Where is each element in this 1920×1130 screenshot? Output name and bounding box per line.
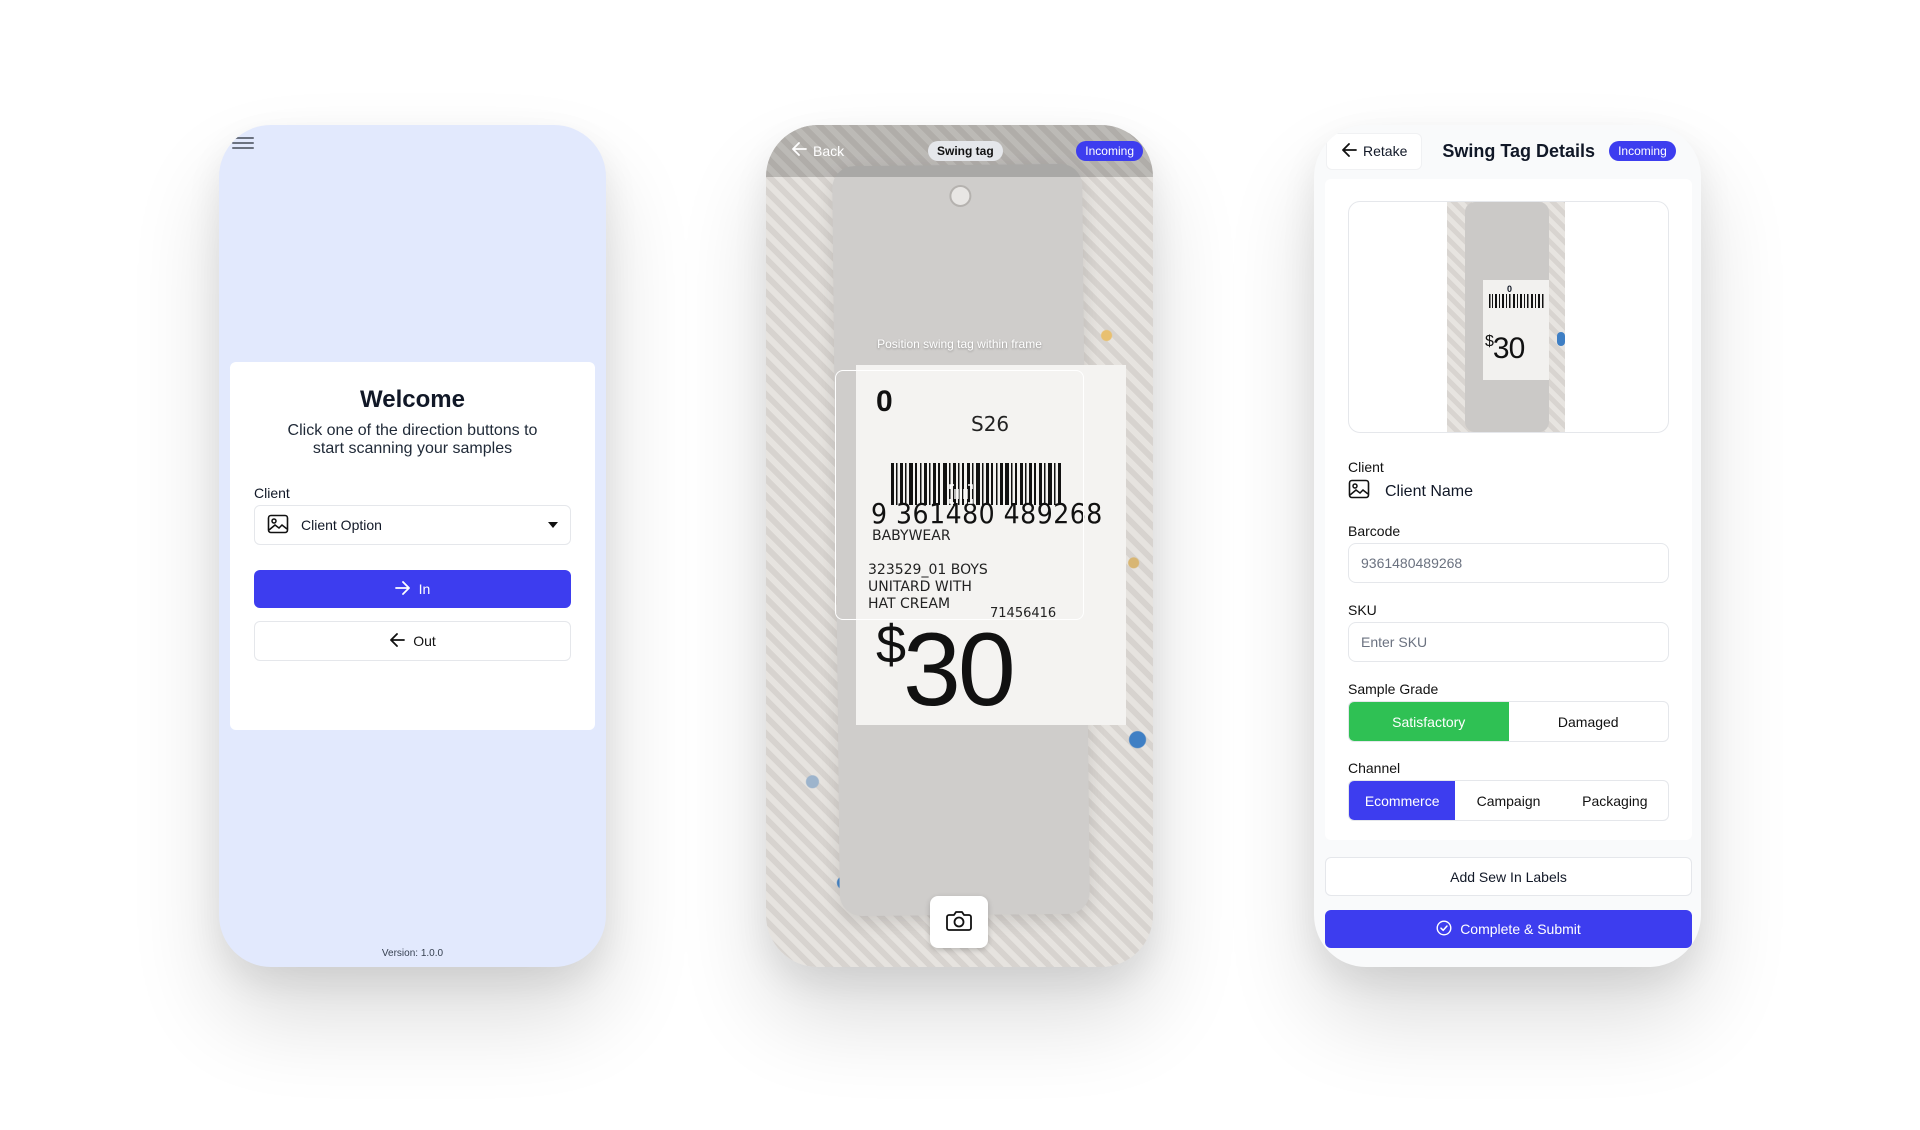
camera-screen: 0 S26 9 361480 489268 BABYWEAR 323529_01… [766, 125, 1153, 967]
client-label: Client [1348, 459, 1384, 475]
back-label: Back [813, 142, 845, 159]
in-button[interactable]: In [254, 570, 571, 608]
tag-thumbnail: 0 $30 [1447, 202, 1565, 432]
complete-submit-button[interactable]: Complete & Submit [1325, 910, 1692, 948]
thumb-fabric-dot [1557, 332, 1565, 346]
tag-price-value: 30 [903, 612, 1016, 728]
arrow-right-icon [394, 580, 411, 598]
channel-toggle: Ecommerce Campaign Packaging [1348, 780, 1669, 821]
caret-down-icon [548, 522, 558, 528]
retake-label: Retake [1363, 143, 1408, 159]
complete-submit-label: Complete & Submit [1460, 921, 1581, 937]
arrow-left-icon [1341, 142, 1357, 160]
client-select[interactable]: Client Option [254, 505, 571, 545]
direction-pill: Incoming [1609, 141, 1676, 161]
home-screen: Welcome Click one of the direction butto… [219, 125, 606, 967]
image-icon [267, 514, 289, 537]
tag-hole [949, 184, 972, 208]
grade-option-damaged[interactable]: Damaged [1509, 702, 1669, 741]
back-button[interactable]: Back [791, 142, 844, 159]
client-value: Client Name [1385, 482, 1474, 500]
frame-hint: Position swing tag within frame [877, 337, 1042, 351]
page-title: Swing Tag Details [1442, 140, 1596, 161]
details-screen: Retake Swing Tag Details Incoming 0 $30 … [1314, 125, 1701, 967]
hamburger-menu-icon[interactable] [232, 135, 254, 153]
thumb-price: $30 [1485, 332, 1525, 366]
in-button-label: In [418, 581, 431, 597]
thumb-barcode [1489, 294, 1544, 308]
check-circle-icon [1436, 919, 1452, 939]
details-header: Retake Swing Tag Details Incoming [1314, 125, 1701, 177]
out-button[interactable]: Out [254, 621, 571, 661]
tag-price: $30 [876, 611, 1016, 730]
arrow-left-icon [791, 142, 807, 159]
out-button-label: Out [413, 633, 436, 649]
thumb-price-value: 30 [1492, 332, 1525, 365]
welcome-title: Welcome [360, 386, 465, 413]
sku-label: SKU [1348, 602, 1377, 618]
channel-option-packaging[interactable]: Packaging [1562, 781, 1668, 820]
details-card: 0 $30 Client Client Name Barcode 9361480… [1325, 179, 1692, 840]
channel-option-campaign[interactable]: Campaign [1455, 781, 1561, 820]
tag-price-symbol: $ [876, 615, 906, 675]
direction-pill: Incoming [1076, 141, 1143, 161]
scan-frame [835, 370, 1084, 620]
grade-option-satisfactory[interactable]: Satisfactory [1349, 702, 1509, 741]
welcome-card: Welcome Click one of the direction butto… [230, 362, 595, 730]
client-value-row: Client Name [1348, 479, 1669, 504]
thumb-grade-number: 0 [1507, 284, 1513, 294]
version-text: Version: 1.0.0 [381, 948, 444, 959]
barcode-label: Barcode [1348, 523, 1401, 539]
channel-option-ecommerce[interactable]: Ecommerce [1349, 781, 1456, 820]
barcode-field[interactable]: 9361480489268 [1348, 543, 1669, 583]
barcode-scan-icon [949, 484, 973, 509]
add-sew-in-labels-button[interactable]: Add Sew In Labels [1325, 857, 1692, 896]
sample-grade-toggle: Satisfactory Damaged [1348, 701, 1669, 742]
image-icon [1348, 479, 1370, 504]
channel-label: Channel [1348, 760, 1401, 776]
mode-pill: Swing tag [928, 141, 1003, 161]
welcome-subtitle: Click one of the direction buttons to st… [287, 422, 538, 457]
client-select-value: Client Option [301, 517, 382, 533]
sku-field[interactable]: Enter SKU [1348, 622, 1669, 662]
thumb-price-symbol: $ [1485, 333, 1494, 350]
camera-icon [946, 909, 972, 936]
client-label: Client [254, 485, 290, 501]
sample-grade-label: Sample Grade [1348, 681, 1439, 697]
tag-preview[interactable]: 0 $30 [1348, 201, 1669, 433]
shutter-button[interactable] [930, 896, 988, 948]
arrow-left-icon [389, 632, 406, 650]
retake-button[interactable]: Retake [1326, 132, 1423, 170]
